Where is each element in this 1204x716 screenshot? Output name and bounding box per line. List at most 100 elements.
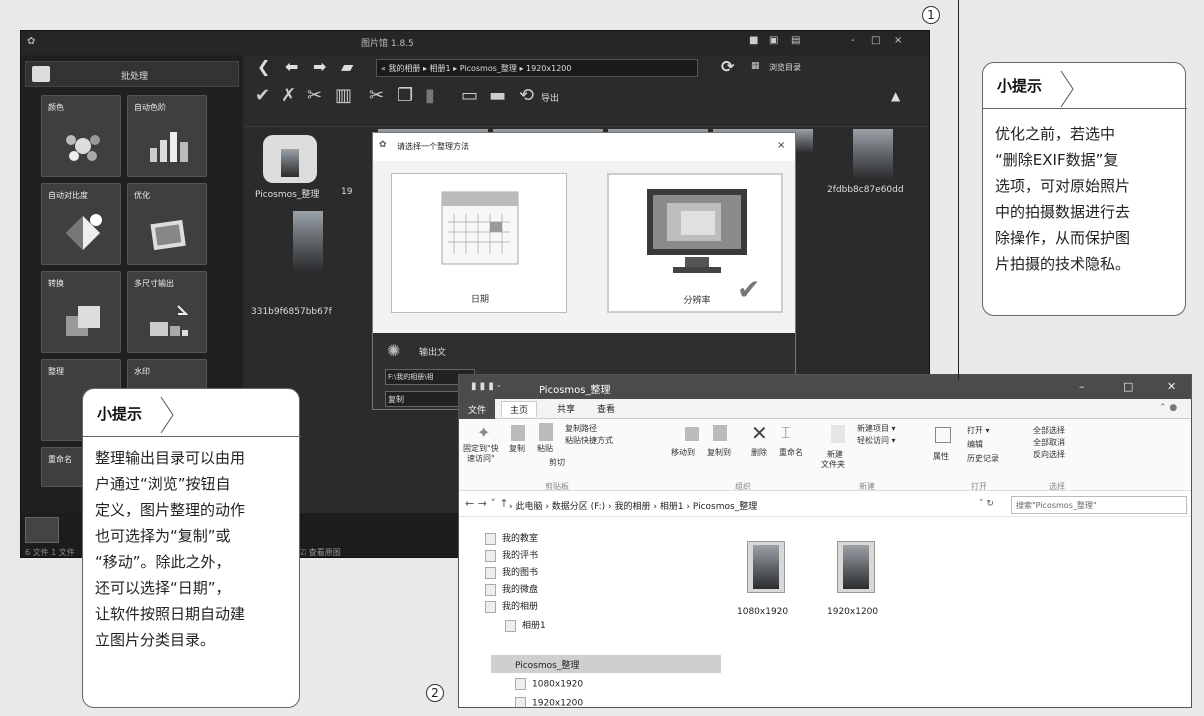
nav-item[interactable]: 1920x1200	[515, 697, 583, 707]
explorer-maximize-button[interactable]: □	[1123, 380, 1133, 393]
nav-item[interactable]: 1080x1920	[515, 678, 583, 690]
nav-item[interactable]: 我的教室	[485, 531, 538, 545]
layout-icon[interactable]: ▣	[769, 35, 778, 46]
minimize-button[interactable]: -	[851, 35, 855, 46]
app-title: 图片馆 1.8.5	[361, 39, 414, 49]
new-item-button[interactable]: 新建项目 ▾	[857, 423, 896, 434]
browse-folder-icon[interactable]: ▦	[751, 61, 760, 71]
nav-item[interactable]: 相册1	[505, 618, 546, 632]
paste-shortcut-button[interactable]: 粘贴快捷方式	[565, 435, 613, 446]
tab-view[interactable]: 查看	[597, 402, 615, 415]
select-none-button[interactable]: 全部取消	[1033, 437, 1065, 448]
copy-icon[interactable]: ❐	[397, 85, 413, 106]
tab-share[interactable]: 共享	[557, 402, 575, 415]
open-folder-button[interactable]	[25, 517, 59, 543]
dialog-close-button[interactable]: ×	[777, 140, 785, 151]
paste-icon	[539, 423, 553, 441]
pin-label-2[interactable]: 速访问"	[467, 453, 495, 464]
invert-selection-button[interactable]: 反向选择	[1033, 449, 1065, 460]
tile-auto-levels[interactable]: 自动色阶	[127, 95, 207, 177]
history-button[interactable]: 历史记录	[967, 453, 999, 464]
search-input[interactable]: 搜索"Picosmos_整理"	[1011, 496, 1187, 514]
paste-button[interactable]: 粘贴	[537, 443, 553, 454]
dialog-title: 请选择一个整理方法	[397, 142, 469, 151]
tile-auto-contrast[interactable]: 自动对比度	[41, 183, 121, 265]
quick-access-icon[interactable]: ▮ ▮ ▮ -	[471, 381, 501, 392]
monitor-icon[interactable]: ▤	[791, 35, 800, 46]
edit-button[interactable]: 编辑	[967, 439, 983, 450]
folder-item[interactable]	[829, 537, 879, 599]
tab-file[interactable]: 文件	[459, 399, 495, 419]
output-gear-icon: ✺	[387, 341, 401, 360]
select-all-button[interactable]: 全部选择	[1033, 425, 1065, 436]
check-icon[interactable]: ✔	[255, 85, 270, 106]
breadcrumb[interactable]: › 此电脑 › 数据分区 (F:) › 我的相册 › 相册1 › Picosmo…	[509, 499, 757, 512]
explorer-window: ▮ ▮ ▮ - Picosmos_整理 – □ ✕ 文件 主页 共享 查看 ⌃ …	[458, 374, 1192, 708]
tile-optimize[interactable]: 优化	[127, 183, 207, 265]
file-list: 1080x1920 1920x1200	[721, 517, 1191, 707]
contrast-icon	[66, 214, 102, 250]
delete-button[interactable]: 删除	[751, 447, 767, 458]
cut-button[interactable]: 剪切	[549, 457, 565, 468]
nav-item-selected[interactable]: Picosmos_整理	[515, 658, 579, 671]
export-icon[interactable]: ⟲	[519, 85, 534, 106]
nav-item[interactable]: 我的相册	[485, 599, 538, 613]
folder-up-icon[interactable]: ▰	[341, 57, 353, 76]
option-date-card[interactable]: 日期	[391, 173, 567, 313]
move-to-button[interactable]: 移动到	[671, 447, 695, 458]
copy-button[interactable]: 复制	[509, 443, 525, 454]
folder-item[interactable]	[739, 537, 789, 599]
maximize-button[interactable]: □	[871, 35, 880, 46]
new-folder-label-2[interactable]: 文件夹	[821, 459, 845, 470]
delete-icon[interactable]: ▥	[335, 85, 352, 106]
option-resolution-card[interactable]: 分辨率 ✔	[607, 173, 783, 313]
nav-item[interactable]: 我的微盘	[485, 582, 538, 596]
ribbon-collapse-icon[interactable]: ⌃ ●	[1159, 403, 1177, 413]
folder-small-icon[interactable]: ■	[749, 35, 758, 46]
slideshow-icon[interactable]: ▬	[489, 85, 506, 106]
nav-item[interactable]: 我的评书	[485, 548, 538, 562]
tile-color[interactable]: 颜色	[41, 95, 121, 177]
properties-button[interactable]: 属性	[933, 451, 949, 462]
copy-to-button[interactable]: 复制到	[707, 447, 731, 458]
tile-convert[interactable]: 转换	[41, 271, 121, 353]
paste-icon[interactable]: ▮	[425, 85, 435, 106]
dialog-gear-icon: ✿	[379, 140, 387, 150]
address-bar[interactable]: « 我的相册 ▸ 相册1 ▸ Picosmos_整理 ▸ 1920x1200	[376, 59, 698, 77]
output-label: 输出文	[419, 348, 447, 358]
open-button[interactable]: 打开 ▾	[967, 425, 990, 436]
status-checkbox[interactable]: ☑ 查看原图	[299, 547, 341, 557]
new-folder-icon[interactable]: ▭	[461, 85, 478, 106]
collapse-icon[interactable]: ▲	[891, 89, 900, 103]
prev-arrow-icon[interactable]: ⬅	[285, 57, 298, 76]
photo-thumbnail[interactable]	[293, 211, 323, 271]
tip-chevron-icon	[1060, 70, 1074, 108]
easy-access-button[interactable]: 轻松访问 ▾	[857, 435, 896, 446]
next-arrow-icon[interactable]: ➡	[313, 57, 326, 76]
cut-icon[interactable]: ✂	[369, 85, 384, 106]
close-button[interactable]: ×	[894, 35, 902, 46]
nav-arrows-icon[interactable]: ← → ˅ ↑	[465, 497, 509, 510]
nav-item[interactable]: 我的图书	[485, 565, 538, 579]
tools-icon[interactable]: ✂	[307, 85, 322, 106]
folder-thumbnail[interactable]	[263, 135, 317, 183]
photo-brush-icon	[150, 219, 186, 251]
photo-thumbnail[interactable]	[853, 129, 893, 179]
copy-path-button[interactable]: 复制路径	[565, 423, 597, 434]
color-wheel-icon	[66, 135, 100, 161]
tip-chevron-icon	[160, 396, 174, 434]
tile-multi-size[interactable]: 多尺寸输出	[127, 271, 207, 353]
export-label[interactable]: 导出	[541, 91, 559, 104]
group-organize-label: 组织	[735, 482, 751, 491]
check-all-icon[interactable]: ✗	[281, 85, 296, 106]
back-arrow-icon[interactable]: ❮	[257, 57, 270, 76]
refresh-icon[interactable]: ⟳	[721, 57, 734, 76]
explorer-minimize-button[interactable]: –	[1079, 380, 1085, 393]
browse-label[interactable]: 浏览目录	[769, 62, 801, 73]
rename-button[interactable]: 重命名	[779, 447, 803, 458]
thumb-label: 2fdbb8c87e60dd	[827, 185, 904, 195]
explorer-close-button[interactable]: ✕	[1167, 380, 1176, 393]
batch-button[interactable]: 批处理	[25, 61, 239, 87]
tab-home[interactable]: 主页	[501, 401, 538, 417]
refresh-icon[interactable]: ˅ ↻	[979, 499, 994, 509]
